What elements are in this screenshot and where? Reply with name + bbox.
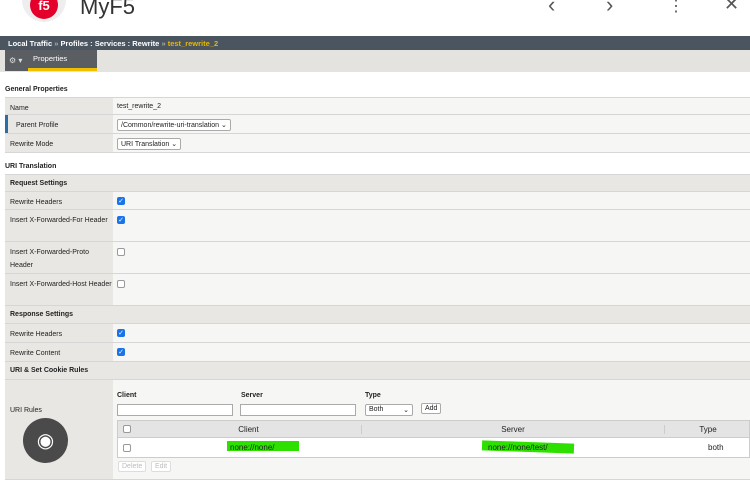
rewrite-mode-select[interactable]: URI Translation ⌄: [117, 138, 182, 150]
xfh-row: Insert X-Forwarded-Host Header: [5, 274, 750, 306]
lens-camera-icon[interactable]: ◉: [23, 418, 68, 463]
table-row: none://none/ none://none/test/ both: [118, 438, 749, 458]
row-checkbox[interactable]: [123, 444, 131, 452]
uri-rules-row: URI Rules Client Server Type Both ⌄ Add C…: [5, 380, 750, 480]
app-header: f5 MyF5 ‹ › ⋮ ✕: [0, 0, 750, 36]
xff-checkbox[interactable]: ✓: [117, 216, 125, 224]
breadcrumb: Local Traffic » Profiles : Services : Re…: [0, 36, 750, 50]
req-rewrite-headers-row: Rewrite Headers ✓: [5, 192, 750, 210]
uri-translation-title: URI Translation: [5, 163, 57, 170]
back-icon[interactable]: ‹: [548, 0, 555, 18]
forward-icon[interactable]: ›: [606, 0, 613, 18]
f5-logo: f5: [22, 0, 66, 22]
response-settings-header: Response Settings: [5, 306, 750, 324]
tab-bar: ⚙ ▾ Properties: [0, 50, 750, 72]
general-properties-title: General Properties: [5, 86, 68, 93]
rewrite-mode-value: URI Translation: [121, 141, 170, 148]
xfp-label: Insert X-Forwarded-Proto Header: [5, 242, 113, 273]
client-field-label: Client: [117, 392, 137, 399]
rewrite-mode-label: Rewrite Mode: [5, 134, 113, 152]
select-all-checkbox[interactable]: [123, 425, 131, 433]
req-rewrite-headers-label: Rewrite Headers: [5, 192, 113, 209]
rewrite-content-label: Rewrite Content: [5, 343, 113, 361]
col-server: Server: [362, 425, 665, 434]
resp-rewrite-headers-row: Rewrite Headers ✓: [5, 324, 750, 343]
client-input[interactable]: [117, 404, 233, 416]
xfp-checkbox[interactable]: [117, 248, 125, 256]
close-icon[interactable]: ✕: [724, 0, 739, 15]
parent-profile-value: /Common/rewrite-uri-translation: [121, 122, 220, 129]
crumb-profiles[interactable]: Profiles : Services : Rewrite: [61, 39, 160, 48]
xfp-row: Insert X-Forwarded-Proto Header: [5, 242, 750, 274]
tab-properties[interactable]: Properties: [28, 50, 97, 71]
resp-rewrite-headers-label: Rewrite Headers: [5, 324, 113, 342]
name-row: Name test_rewrite_2: [5, 97, 750, 115]
name-label: Name: [5, 98, 113, 114]
uri-cookie-rules-header: URI & Set Cookie Rules: [5, 362, 750, 380]
type-field-label: Type: [365, 392, 381, 399]
parent-profile-label: Parent Profile: [5, 115, 113, 133]
rewrite-content-row: Rewrite Content ✓: [5, 343, 750, 362]
uri-rules-table: Client Server Type none://none/ none://n…: [117, 420, 750, 458]
row-client: none://none/: [230, 443, 275, 452]
app-title: MyF5: [80, 0, 135, 19]
crumb-local-traffic[interactable]: Local Traffic: [8, 39, 52, 48]
xfh-checkbox[interactable]: [117, 280, 125, 288]
col-type: Type: [699, 425, 717, 434]
parent-profile-select[interactable]: /Common/rewrite-uri-translation ⌄: [117, 119, 231, 131]
type-select-value: Both: [369, 406, 384, 413]
rewrite-mode-row: Rewrite Mode URI Translation ⌄: [5, 134, 750, 153]
row-server: none://none/test/: [488, 443, 548, 452]
gear-menu-button[interactable]: ⚙ ▾: [5, 50, 28, 71]
table-header: Client Server Type: [118, 421, 749, 438]
parent-profile-row: Parent Profile /Common/rewrite-uri-trans…: [5, 115, 750, 134]
delete-button[interactable]: Delete: [118, 461, 147, 472]
xff-label: Insert X-Forwarded-For Header: [5, 210, 113, 241]
server-field-label: Server: [241, 392, 263, 399]
more-icon[interactable]: ⋮: [668, 0, 684, 16]
xff-row: Insert X-Forwarded-For Header ✓: [5, 210, 750, 242]
row-type: both: [708, 443, 724, 452]
type-select[interactable]: Both ⌄: [365, 404, 413, 416]
crumb-separator: »: [54, 39, 59, 48]
crumb-separator: »: [161, 39, 166, 48]
edit-button[interactable]: Edit: [151, 461, 172, 472]
resp-rewrite-headers-checkbox[interactable]: ✓: [117, 329, 125, 337]
crumb-current: test_rewrite_2: [167, 39, 219, 48]
add-button[interactable]: Add: [421, 403, 442, 414]
name-value: test_rewrite_2: [117, 103, 161, 110]
request-settings-header: Request Settings: [5, 174, 750, 192]
server-input[interactable]: [240, 404, 356, 416]
col-client: Client: [136, 425, 362, 434]
xfh-label: Insert X-Forwarded-Host Header: [5, 274, 113, 305]
req-rewrite-headers-checkbox[interactable]: ✓: [117, 197, 125, 205]
rewrite-content-checkbox[interactable]: ✓: [117, 348, 125, 356]
